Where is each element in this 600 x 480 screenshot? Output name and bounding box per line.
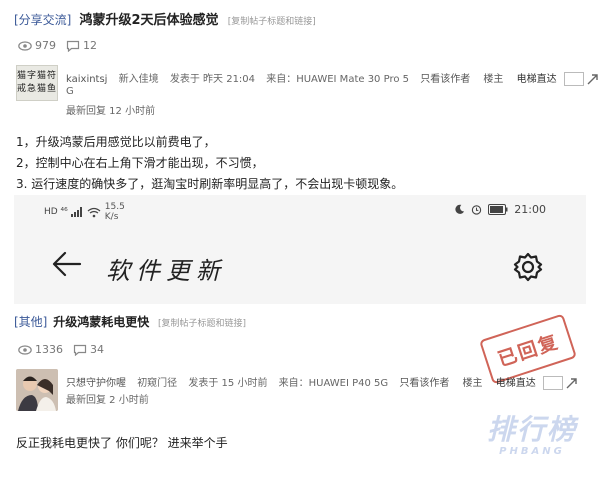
comment-count: 34 <box>73 343 104 356</box>
elevator-label: 电梯直达 <box>495 378 536 389</box>
post-body: 1，升级鸿蒙后用感觉比以前费电了， 2，控制中心在右上角下滑才能出现，不习惯， … <box>16 132 403 195</box>
post-category-link[interactable]: [分享交流] <box>14 13 71 27</box>
post-time: 发表于 昨天 21:04 <box>169 74 256 85</box>
post-time: 发表于 15 小时前 <box>188 378 268 389</box>
post-title[interactable]: 升级鸿蒙耗电更快 <box>53 315 149 329</box>
post-category-link[interactable]: [其他] <box>14 315 47 329</box>
comment-count: 12 <box>66 39 97 52</box>
elevator-label: 电梯直达 <box>516 74 557 85</box>
avatar[interactable]: 猫字猫符 戒急猫鱼 <box>16 65 58 101</box>
floor-jump-input[interactable] <box>542 376 563 390</box>
moon-icon <box>455 204 465 214</box>
body-line: 2，控制中心在右上角下滑才能出现，不习惯， <box>16 156 264 170</box>
only-author-link[interactable]: 只看该作者 <box>399 378 449 389</box>
latest-reply: 最新回复 2 小时前 <box>66 395 149 406</box>
clock: 21:00 <box>514 203 546 216</box>
avatar-text-line: 猫字猫符 <box>17 71 58 81</box>
wifi-icon <box>87 207 101 217</box>
status-bar-left: HD ⁴⁶ 15.5 K/s <box>44 202 125 222</box>
post-title-row: [分享交流] 鸿蒙升级2天后体验感觉 [复制帖子标题和链接] <box>14 9 316 28</box>
latest-reply: 最新回复 12 小时前 <box>66 106 156 117</box>
author-meta: 只想守护你喔 初窥门径 发表于 15 小时前 来自：HUAWEI P40 5G … <box>66 374 578 390</box>
author-name[interactable]: 只想守护你喔 <box>66 378 126 389</box>
author-meta: kaixintsj 新入佳境 发表于 昨天 21:04 来自：HUAWEI Ma… <box>66 70 599 86</box>
post-body: 反正我耗电更快了 你们呢？ 进来举个手 <box>16 436 228 450</box>
floor-jump-input[interactable] <box>563 72 584 86</box>
alarm-icon <box>472 205 482 215</box>
copy-link-button[interactable]: [复制帖子标题和链接] <box>228 17 316 27</box>
post-stats: 979 12 <box>18 39 107 52</box>
copy-link-button[interactable]: [复制帖子标题和链接] <box>158 319 246 329</box>
only-author-link[interactable]: 只看该作者 <box>420 74 470 85</box>
forward-arrow-icon[interactable] <box>587 73 599 85</box>
battery-icon <box>488 204 508 215</box>
floor-label: 楼主 <box>483 74 504 85</box>
post-title-row: [其他] 升级鸿蒙耗电更快 [复制帖子标题和链接] <box>14 313 246 330</box>
author-name[interactable]: kaixintsj <box>66 74 107 85</box>
author-badge: 新入佳境 <box>118 74 159 85</box>
post-source: 来自：HUAWEI P40 5G <box>278 378 389 389</box>
author-name-continued: G <box>66 86 74 97</box>
eye-icon <box>18 344 32 355</box>
forward-arrow-icon[interactable] <box>566 377 578 389</box>
post-stats: 1336 34 <box>18 343 114 356</box>
post-source: 来自：HUAWEI Mate 30 Pro 5 <box>266 74 410 85</box>
comment-icon <box>73 344 87 356</box>
avatar[interactable] <box>16 369 58 411</box>
view-count: 979 <box>18 39 56 52</box>
watermark-logo: 排行榜 PHBANG <box>486 413 577 457</box>
floor-label: 楼主 <box>462 378 483 389</box>
screen-title: 软件更新 <box>106 257 226 285</box>
view-count: 1336 <box>18 343 63 356</box>
eye-icon <box>18 40 32 51</box>
avatar-photo <box>16 369 58 411</box>
body-line: 3. 运行速度的确快多了，逛淘宝时刷新率明显高了，不会出现卡顿现象。 <box>16 177 404 191</box>
author-badge: 初窥门径 <box>137 378 178 389</box>
embedded-screenshot: HD ⁴⁶ 15.5 K/s 21:00 软件更新 <box>14 195 586 304</box>
body-line: 1，升级鸿蒙后用感觉比以前费电了， <box>16 135 216 149</box>
comment-icon <box>66 40 80 52</box>
back-arrow-icon[interactable] <box>52 251 82 277</box>
status-bar-right: 21:00 <box>454 203 546 216</box>
settings-gear-icon[interactable] <box>512 251 544 283</box>
avatar-text-line: 戒急猫鱼 <box>17 84 58 94</box>
signal-icon <box>70 207 82 217</box>
network-speed: 15.5 K/s <box>104 202 125 222</box>
post-title[interactable]: 鸿蒙升级2天后体验感觉 <box>80 13 219 28</box>
signal-label: HD ⁴⁶ <box>44 207 68 217</box>
